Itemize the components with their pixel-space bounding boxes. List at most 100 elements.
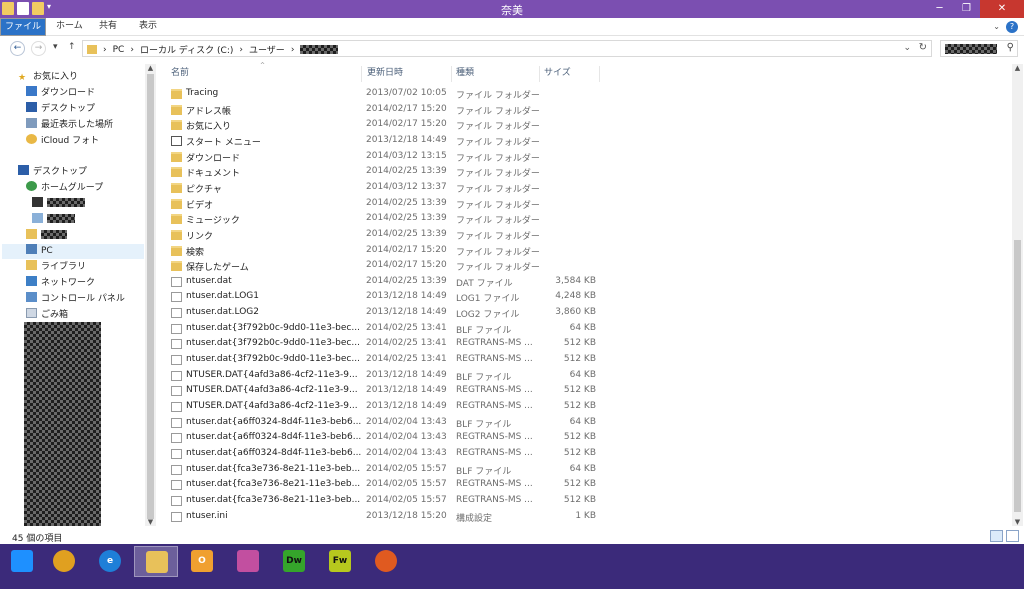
breadcrumb-separator-icon[interactable]: › [103, 45, 107, 55]
nav-libraries[interactable]: ライブラリ [26, 260, 86, 275]
tab-share[interactable]: 共有 [99, 18, 117, 36]
details-view-icon[interactable] [990, 530, 1003, 542]
tab-home[interactable]: ホーム [56, 18, 83, 36]
file-name: 検索 [186, 247, 205, 258]
table-row[interactable]: ミュージック 2014/02/25 13:39 ファイル フォルダー [158, 212, 618, 227]
tab-view[interactable]: 表示 [139, 18, 157, 36]
back-button[interactable]: ← [10, 41, 25, 56]
table-row[interactable]: 検索 2014/02/17 15:20 ファイル フォルダー [158, 244, 618, 259]
scrollbar-thumb[interactable] [147, 74, 154, 519]
table-row[interactable]: ドキュメント 2014/02/25 13:39 ファイル フォルダー [158, 165, 618, 180]
taskbar-button[interactable]: Dw [272, 546, 316, 577]
taskbar-button[interactable] [364, 546, 408, 577]
scroll-down-icon[interactable]: ▼ [1012, 518, 1023, 526]
taskbar-button[interactable] [42, 546, 86, 577]
column-header-type[interactable]: 種類 [452, 66, 540, 82]
table-row[interactable]: ntuser.dat 2014/02/25 13:39 DAT ファイル 3,584 … [158, 275, 618, 290]
nav-pc[interactable]: PC [2, 244, 144, 259]
nav-desktop[interactable]: デスクトップ [18, 165, 87, 180]
table-row[interactable]: ntuser.dat.LOG1 2013/12/18 14:49 LOG1 ファイル… [158, 290, 618, 305]
table-row[interactable]: ntuser.dat{3f792b0c-9dd0-11e3-bec... 2014… [158, 337, 618, 352]
table-row[interactable]: ntuser.dat{fca3e736-8e21-11e3-beb... 2014… [158, 463, 618, 478]
nav-favorites[interactable]: ★ お気に入り [18, 70, 78, 85]
table-row[interactable]: ntuser.dat{3f792b0c-9dd0-11e3-bec... 2014… [158, 353, 618, 368]
file-date: 2013/12/18 15:20 [366, 510, 447, 521]
table-row[interactable]: ntuser.dat{3f792b0c-9dd0-11e3-bec... 2014… [158, 322, 618, 337]
nav-pane-scrollbar[interactable]: ▲ ▼ [145, 64, 156, 526]
table-row[interactable]: NTUSER.DAT{4afd3a86-4cf2-11e3-9... 2013/1… [158, 369, 618, 384]
refresh-icon[interactable]: ↻ [919, 42, 927, 53]
redacted-image [24, 322, 101, 526]
table-row[interactable]: スタート メニュー 2013/12/18 14:49 ファイル フォルダー [158, 134, 618, 149]
table-row[interactable]: リンク 2014/02/25 13:39 ファイル フォルダー [158, 228, 618, 243]
table-row[interactable]: 保存したゲーム 2014/02/17 15:20 ファイル フォルダー [158, 259, 618, 274]
column-header-name[interactable]: 名前 [158, 66, 362, 82]
table-row[interactable]: ピクチャ 2014/03/12 13:37 ファイル フォルダー [158, 181, 618, 196]
scroll-up-icon[interactable]: ▲ [1012, 64, 1023, 72]
table-row[interactable]: ntuser.dat{fca3e736-8e21-11e3-beb... 2014… [158, 494, 618, 509]
address-bar[interactable]: › PC › ローカル ディスク (C:) › ユーザー › ⌄ ↻ [82, 40, 932, 57]
nav-user-folder[interactable] [26, 229, 67, 244]
table-row[interactable]: ntuser.dat{a6ff0324-8d4f-11e3-beb6... 201… [158, 431, 618, 446]
help-icon[interactable]: ? [1006, 21, 1018, 33]
taskbar-button[interactable] [226, 546, 270, 577]
table-row[interactable]: ntuser.dat{a6ff0324-8d4f-11e3-beb6... 201… [158, 447, 618, 462]
table-row[interactable]: お気に入り 2014/02/17 15:20 ファイル フォルダー [158, 118, 618, 133]
scrollbar-thumb[interactable] [1014, 240, 1021, 512]
table-row[interactable]: Tracing 2013/07/02 10:05 ファイル フォルダー [158, 87, 618, 102]
nav-control-panel[interactable]: コントロール パネル [26, 292, 125, 307]
table-row[interactable]: NTUSER.DAT{4afd3a86-4cf2-11e3-9... 2013/1… [158, 384, 618, 399]
windows-start-icon [11, 550, 33, 572]
nav-recent-places[interactable]: 最近表示した場所 [26, 118, 113, 133]
nav-icloud-photos[interactable]: iCloud フォト [26, 134, 99, 149]
search-box[interactable]: ⚲ [940, 40, 1018, 57]
taskbar-button[interactable]: O [180, 546, 224, 577]
breadcrumb-separator-icon[interactable]: › [291, 45, 295, 55]
file-name: Tracing [186, 88, 219, 98]
breadcrumb-local-disk[interactable]: ローカル ディスク (C:) [140, 43, 233, 56]
table-row[interactable]: ntuser.dat{fca3e736-8e21-11e3-beb... 2014… [158, 478, 618, 493]
nav-homegroup-user[interactable] [32, 197, 85, 212]
table-row[interactable]: NTUSER.DAT{4afd3a86-4cf2-11e3-9... 2013/1… [158, 400, 618, 415]
nav-network[interactable]: ネットワーク [26, 276, 95, 291]
file-list-scrollbar[interactable]: ▲ ▼ [1012, 64, 1023, 526]
tab-file[interactable]: ファイル [0, 18, 46, 36]
nav-homegroup[interactable]: ホームグループ [26, 181, 103, 196]
taskbar-button[interactable] [0, 546, 44, 577]
nav-recycle-bin[interactable]: ごみ箱 [26, 308, 68, 323]
scroll-down-icon[interactable]: ▼ [145, 518, 156, 526]
table-row[interactable]: ntuser.ini 2013/12/18 15:20 構成設定 1 KB [158, 510, 618, 525]
minimize-button[interactable]: ─ [926, 0, 953, 18]
address-dropdown-icon[interactable]: ⌄ [903, 43, 911, 53]
maximize-button[interactable]: ❐ [953, 0, 980, 18]
table-row[interactable]: ntuser.dat{a6ff0324-8d4f-11e3-beb6... 201… [158, 416, 618, 431]
column-header-date[interactable]: 更新日時 [362, 66, 452, 82]
up-button[interactable]: ↑ [68, 42, 76, 52]
table-row[interactable]: ビデオ 2014/02/25 13:39 ファイル フォルダー [158, 197, 618, 212]
taskbar-button[interactable] [134, 546, 178, 577]
table-row[interactable]: ダウンロード 2014/03/12 13:15 ファイル フォルダー [158, 150, 618, 165]
nav-downloads[interactable]: ダウンロード [26, 86, 95, 101]
forward-button[interactable]: → [31, 41, 46, 56]
taskbar-button[interactable]: e [88, 546, 132, 577]
table-row[interactable]: アドレス帳 2014/02/17 15:20 ファイル フォルダー [158, 103, 618, 118]
folder-icon [171, 182, 182, 193]
close-button[interactable]: ✕ [980, 0, 1024, 18]
breadcrumb-users[interactable]: ユーザー [249, 43, 285, 56]
expand-ribbon-icon[interactable]: ⌄ [993, 22, 1000, 31]
table-row[interactable]: ntuser.dat.LOG2 2013/12/18 14:49 LOG2 ファイル… [158, 306, 618, 321]
column-header-size[interactable]: サイズ [540, 66, 600, 82]
breadcrumb-separator-icon[interactable]: › [239, 45, 243, 55]
large-icons-view-icon[interactable] [1006, 530, 1019, 542]
scroll-up-icon[interactable]: ▲ [145, 64, 156, 72]
file-type: REGTRANS-MS ... [456, 338, 533, 349]
nav-homegroup-user[interactable] [32, 213, 75, 228]
redacted-username[interactable] [300, 45, 339, 54]
recent-locations-icon[interactable]: ▾ [53, 42, 58, 52]
breadcrumb-pc[interactable]: PC [113, 45, 125, 55]
file-type: ファイル フォルダー [456, 200, 540, 211]
search-icon[interactable]: ⚲ [1007, 42, 1014, 53]
taskbar-button[interactable]: Fw [318, 546, 362, 577]
nav-desktop-fav[interactable]: デスクトップ [26, 102, 95, 117]
breadcrumb-separator-icon[interactable]: › [130, 45, 134, 55]
